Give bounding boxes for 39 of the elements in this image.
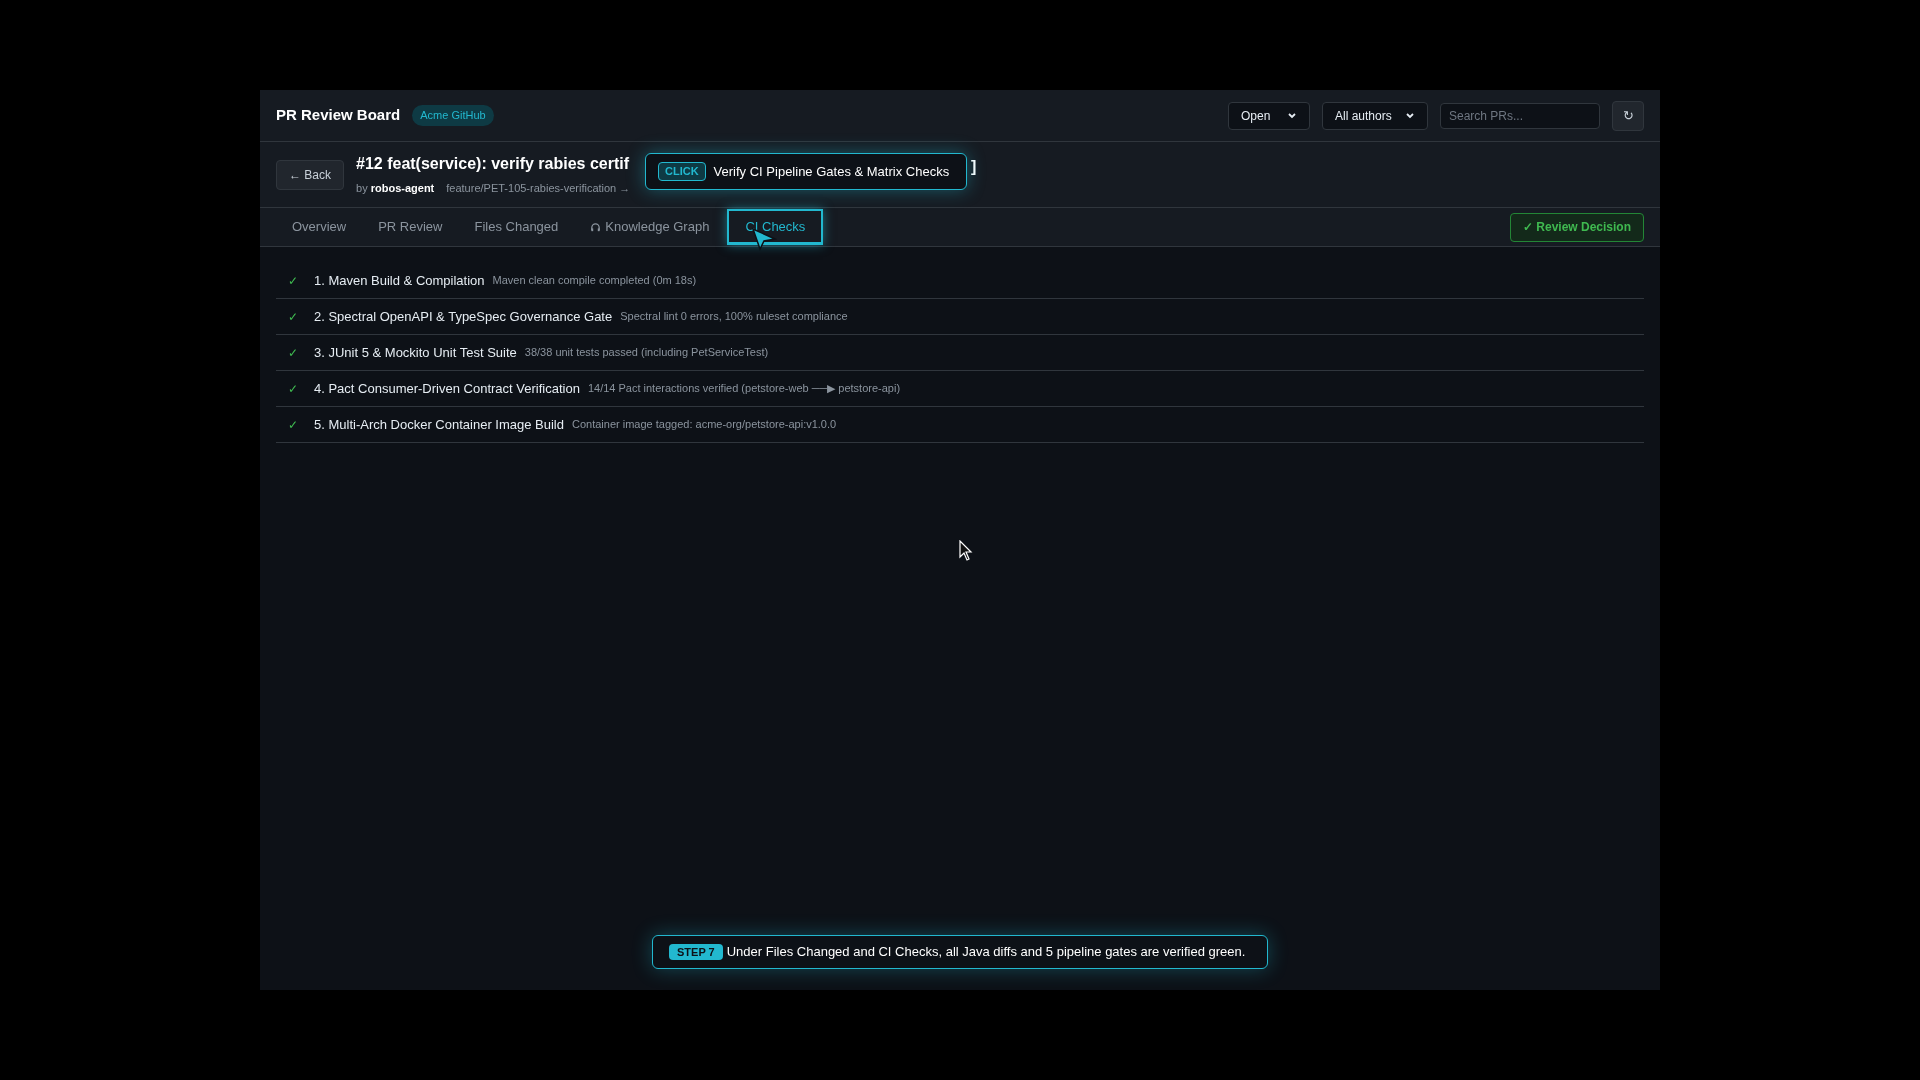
check-detail: 38/38 unit tests passed (including PetServiceTest)	[524, 345, 769, 361]
author-line: by robos-agent	[356, 181, 435, 197]
author-dropdown[interactable]: All authors	[1322, 101, 1428, 130]
back-button[interactable]: ← Back	[276, 159, 344, 190]
app-title: PR Review Board	[276, 105, 401, 126]
check-name: 1. Maven Build & Compilation	[314, 271, 485, 290]
review-decision-button[interactable]: ✓ Review Decision	[1509, 212, 1644, 242]
check-icon: ✓	[288, 379, 306, 398]
search-field[interactable]: Search PRs...	[1440, 102, 1600, 129]
org-badge: Acme GitHub	[412, 105, 494, 126]
tab[interactable]: PR Review	[362, 208, 459, 246]
check-icon: ✓	[288, 415, 306, 434]
step-badge: STEP 7	[669, 943, 723, 961]
step-text: Under Files Changed and CI Checks, all Java diffs and 5 pipeline gates are verified green.	[726, 943, 1246, 962]
tab[interactable]: Knowledge Graph	[574, 208, 726, 246]
check-icon: ✓	[288, 343, 306, 362]
refresh-button[interactable]: ↻	[1612, 100, 1644, 131]
branch-name: feature/PET-105-rabies-verification →	[446, 181, 631, 197]
check-detail: Container image tagged: acme-org/petstore-api:v1.0.0	[572, 417, 837, 433]
status-dropdown[interactable]: Open	[1228, 101, 1310, 130]
check-name: 5. Multi-Arch Docker Container Image Build	[314, 415, 564, 434]
chevron-icon	[1287, 110, 1297, 121]
check-name: 4. Pact Consumer-Driven Contract Verification	[314, 379, 580, 398]
headphones-icon	[590, 221, 602, 233]
pr-title: #12 feat(service): verify rabies certif	[356, 154, 630, 175]
cursor-icon	[959, 540, 973, 562]
check-icon: ✓	[288, 271, 306, 290]
check-name: 3. JUnit 5 & Mockito Unit Test Suite	[314, 343, 517, 362]
tab[interactable]: Overview	[276, 208, 363, 246]
tooltip-text: Verify CI Pipeline Gates & Matrix Checks	[713, 162, 950, 181]
pr-title: ]	[971, 157, 977, 177]
check-detail: Spectral lint 0 errors, 100% ruleset compliance	[620, 309, 848, 325]
tab[interactable]: Files Changed	[458, 208, 575, 246]
check-icon: ✓	[288, 307, 306, 326]
click-badge: CLICK	[658, 162, 706, 181]
check-detail: Maven clean compile completed (0m 18s)	[492, 273, 697, 289]
check-name: 2. Spectral OpenAPI & TypeSpec Governance Gate	[314, 307, 613, 326]
chevron-icon	[1405, 110, 1415, 121]
check-detail: 14/14 Pact interactions verified (petstore-web ──▶ petstore-api)	[587, 381, 901, 397]
